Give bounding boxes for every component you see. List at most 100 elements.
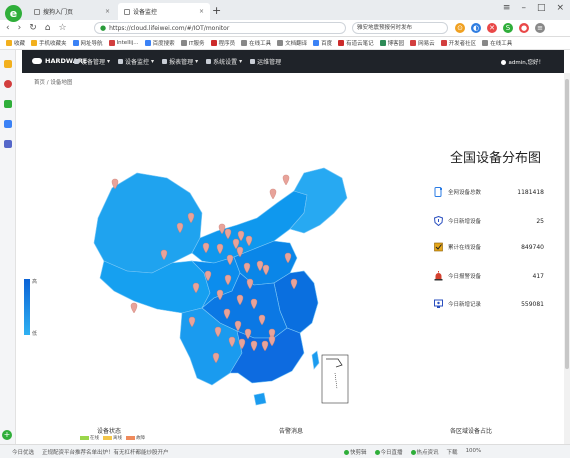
star-icon[interactable]: ☆ — [58, 23, 66, 33]
menu-settings[interactable]: 系统设置 ▾ — [206, 57, 242, 66]
checkbox-icon — [434, 242, 443, 252]
stat-total-devices: 全网设备总数 1181418 — [434, 186, 544, 198]
extension-icon[interactable]: ✕ — [487, 23, 497, 33]
china-device-map[interactable] — [42, 133, 362, 423]
close-tab-icon[interactable]: × — [199, 8, 204, 15]
home-icon[interactable]: ⌂ — [45, 23, 51, 33]
stat-online-devices: 累计在线设备 849740 — [434, 241, 544, 253]
browser-logo-icon[interactable]: e — [5, 5, 22, 22]
bookmark-item[interactable]: 在线工具 — [241, 39, 271, 47]
bookmark-icon — [210, 40, 217, 46]
bookmark-icon — [241, 40, 248, 46]
map-region-taiwan — [311, 350, 320, 370]
page-scrollbar[interactable] — [564, 73, 570, 444]
bookmark-item[interactable]: 网易云 — [410, 39, 435, 47]
favorites-icon[interactable] — [4, 60, 12, 68]
bookmark-item[interactable]: 程序员 — [210, 39, 235, 47]
menu-label: 报表管理 — [169, 59, 194, 66]
extension-icon[interactable]: ⊙ — [455, 23, 465, 33]
stat-new-devices: 今日新增设备 25 — [433, 215, 544, 227]
scrollbar-thumb[interactable] — [565, 79, 569, 369]
bookmark-item[interactable]: 开发者社区 — [440, 39, 476, 47]
bookmark-label: 博客园 — [387, 41, 405, 47]
bookmark-icon — [410, 40, 417, 46]
add-icon[interactable]: + — [2, 430, 12, 440]
stat-new-records: 今日新增记录 559081 — [434, 298, 544, 310]
shield-icon — [433, 215, 444, 227]
maximize-icon[interactable]: □ — [537, 3, 546, 13]
bookmark-item[interactable]: 收藏 — [6, 39, 25, 47]
bookmark-item[interactable]: IT服务 — [180, 39, 205, 47]
status-news[interactable]: 正规配资平台推荐名单出炉！有无杠杆都能炒股开户 — [42, 448, 169, 456]
status-item[interactable]: 快剪辑 — [344, 448, 367, 456]
bookmark-label: IT服务 — [188, 41, 205, 47]
location-pin-icon[interactable] — [130, 302, 138, 314]
tab-region-share[interactable]: 各区域设备占比 — [450, 426, 492, 435]
search-field[interactable]: 雅安地震预报何时发布 — [352, 22, 448, 34]
close-tab-icon[interactable]: × — [105, 8, 110, 15]
forward-icon[interactable]: › — [18, 23, 22, 33]
main-menu: 设备管理 ▾ 设备监控 ▾ 报表管理 ▾ 系统设置 ▾ 运维管理 — [74, 50, 281, 73]
legend-item: 故障 — [126, 435, 145, 441]
bookmark-icon — [338, 40, 345, 46]
extension-icon[interactable]: ● — [519, 23, 529, 33]
bookmark-item[interactable]: Intellij... — [108, 40, 139, 46]
bookmark-item[interactable]: 百度搜索 — [144, 39, 175, 47]
extension-icon[interactable]: S — [503, 23, 513, 33]
bookmark-label: 在线工具 — [249, 41, 272, 47]
bookmark-item[interactable]: 百度 — [313, 39, 332, 47]
menu-reports[interactable]: 报表管理 ▾ — [162, 57, 198, 66]
tab-alarm-messages[interactable]: 告警消息 — [279, 426, 303, 435]
close-window-icon[interactable]: × — [556, 3, 564, 13]
location-pin-icon[interactable] — [269, 188, 277, 200]
legend-item: 在线 — [80, 435, 99, 441]
tab-device-monitor[interactable]: 设备监控 × — [118, 3, 210, 20]
bookmark-item[interactable]: 有道云笔记 — [338, 39, 374, 47]
status-item[interactable]: 今日优选 — [12, 448, 34, 456]
bookmark-icon — [313, 40, 320, 46]
extension-icon[interactable]: ≡ — [535, 23, 545, 33]
menu-operations[interactable]: 运维管理 — [250, 57, 281, 66]
bookmark-icon — [277, 40, 284, 46]
minimize-icon[interactable]: – — [521, 3, 526, 13]
url-field[interactable]: ● https://cloud.lifeiwei.com/#/IOT/monit… — [94, 22, 346, 34]
user-menu[interactable]: admin,您好！ — [500, 58, 544, 66]
bookmark-icon — [482, 40, 489, 46]
menu-icon[interactable]: ≡ — [503, 3, 511, 13]
location-pin-icon[interactable] — [282, 174, 290, 186]
page-icon — [124, 8, 130, 15]
alarm-icon — [434, 271, 443, 281]
bookmark-item[interactable]: 手机收藏夹 — [31, 39, 67, 47]
back-icon[interactable]: ‹ — [6, 23, 10, 33]
status-legend: 在线 离线 故障 — [80, 435, 145, 441]
reload-icon[interactable]: ↻ — [29, 23, 37, 33]
zoom-level[interactable]: 100% — [466, 448, 482, 456]
calendar-icon[interactable] — [4, 140, 12, 148]
stat-label: 累计在线设备 — [448, 245, 482, 251]
stat-value: 849740 — [521, 243, 544, 251]
download-icon[interactable]: 下载 — [447, 448, 458, 456]
status-item[interactable]: 今日直播 — [374, 448, 403, 456]
status-item[interactable]: 热点资讯 — [410, 448, 439, 456]
tab-home[interactable]: 搜狗入门页 × — [28, 3, 116, 20]
extension-icon[interactable]: ◐ — [471, 23, 481, 33]
menu-label: 设备管理 — [81, 59, 106, 66]
menu-icon — [118, 59, 124, 64]
window-controls: ≡ – □ × — [503, 3, 564, 13]
menu-device-management[interactable]: 设备管理 ▾ — [74, 57, 110, 66]
menu-icon — [74, 59, 79, 64]
weibo-icon[interactable] — [4, 80, 12, 88]
bookmark-item[interactable]: 文档翻译 — [277, 39, 307, 47]
tab-device-status[interactable]: 设备状态 — [97, 426, 121, 435]
bookmark-item[interactable]: 网址导航 — [72, 39, 103, 47]
page-icon — [34, 8, 40, 15]
menu-icon — [250, 59, 256, 64]
breadcrumb[interactable]: 首页 / 设备地图 — [34, 78, 72, 86]
menu-device-monitor[interactable]: 设备监控 ▾ — [118, 57, 154, 66]
notes-icon[interactable] — [4, 120, 12, 128]
bookmark-item[interactable]: 博客园 — [379, 39, 405, 47]
bookmark-item[interactable]: 在线工具 — [482, 39, 512, 47]
app-icon[interactable] — [4, 100, 12, 108]
new-tab-button[interactable]: + — [212, 4, 221, 17]
tab-label: 设备监控 — [133, 9, 158, 16]
